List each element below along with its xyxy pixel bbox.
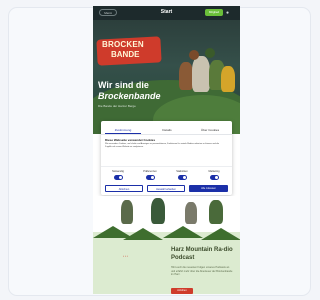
consent-body-text: Wir verwenden Cookies, um Inhalte und An…	[105, 143, 219, 148]
character-illustration	[121, 200, 133, 224]
hero-section: BROCKEN BANDE Wir sind die Brockenbande …	[93, 20, 240, 134]
podcast-section	[93, 232, 240, 294]
toggle-necessary: Notwendig	[107, 170, 129, 180]
consent-tabs: Zustimmung Details Über Cookies	[101, 127, 232, 135]
cookie-consent-dialog: Zustimmung Details Über Cookies Diese We…	[101, 121, 232, 195]
statistics-switch[interactable]	[177, 175, 187, 180]
character-illustration	[205, 48, 215, 58]
allow-selection-button[interactable]: Auswahl erlauben	[147, 185, 185, 192]
mountain-shape	[201, 228, 240, 240]
hero-subtitle: Die Bande der Harzer Berge	[98, 104, 136, 108]
toggle-label: Notwendig	[112, 170, 124, 173]
podcast-heading: Harz Mountain Ra-dio Podcast	[171, 247, 233, 261]
toggle-label: Präferenzen	[143, 170, 157, 173]
decorative-dots: • • •	[123, 254, 128, 258]
character-illustration	[189, 50, 199, 60]
brand-logo[interactable]: BROCKEN BANDE	[96, 36, 162, 66]
toggle-preferences: Präferenzen	[139, 170, 161, 180]
site-header: Menü Start Mitglied ●	[93, 6, 240, 20]
allow-all-button[interactable]: Alle zulassen	[189, 185, 228, 192]
mountain-shape	[123, 228, 163, 240]
podcast-text: Hört euch die neuesten Folgen unseres Po…	[171, 266, 233, 276]
consent-heading: Diese Webseite verwendet Cookies	[105, 138, 156, 142]
character-illustration	[151, 198, 165, 224]
tab-consent[interactable]: Zustimmung	[105, 127, 141, 134]
deny-button[interactable]: Ablehnen	[105, 185, 143, 192]
hero-heading-emphasis: Brockenbande	[98, 91, 161, 101]
character-illustration	[179, 62, 193, 90]
toggle-label: Statistiken	[176, 170, 188, 173]
header-title: Start	[160, 9, 173, 15]
tab-about-cookies[interactable]: Über Cookies	[192, 127, 228, 133]
mobile-page-preview: Menü Start Mitglied ● BROCKEN BANDE Wir …	[93, 6, 240, 294]
marketing-switch[interactable]	[209, 175, 219, 180]
toggle-statistics: Statistiken	[171, 170, 193, 180]
tab-details[interactable]: Details	[149, 127, 185, 133]
mountain-shape	[163, 226, 203, 238]
hero-heading: Wir sind die	[98, 80, 149, 90]
podcast-listen-button[interactable]: Anhören	[171, 288, 193, 294]
necessary-switch[interactable]	[113, 175, 123, 180]
join-button[interactable]: Mitglied	[205, 9, 223, 16]
menu-button[interactable]: Menü	[99, 9, 117, 16]
toggle-marketing: Marketing	[203, 170, 225, 180]
consent-toggle-row: Notwendig Präferenzen Statistiken Market…	[101, 166, 232, 183]
toggle-label: Marketing	[208, 170, 220, 173]
user-icon[interactable]: ●	[226, 10, 232, 16]
preferences-switch[interactable]	[145, 175, 155, 180]
logo-text: BROCKEN	[102, 40, 144, 49]
logo-text: BANDE	[111, 50, 140, 59]
character-illustration	[192, 56, 210, 92]
character-illustration	[221, 66, 235, 92]
character-illustration	[209, 200, 223, 224]
character-illustration	[185, 202, 197, 224]
